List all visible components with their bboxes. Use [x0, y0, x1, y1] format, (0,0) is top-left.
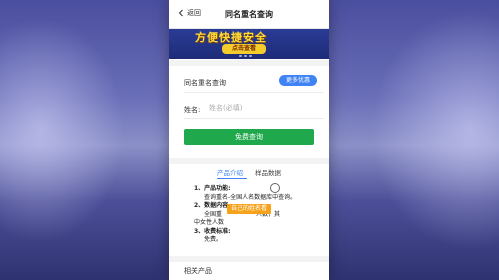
content-item-title: 3、收费标准: — [194, 227, 231, 235]
divider — [184, 92, 324, 93]
touch-indicator — [270, 183, 280, 193]
chevron-left-icon — [178, 9, 183, 17]
free-query-button[interactable]: 免费查询 — [184, 129, 314, 145]
name-input[interactable] — [209, 102, 309, 114]
back-label: 返回 — [187, 9, 201, 17]
section-gap — [169, 256, 329, 262]
pagination-dot — [249, 55, 252, 57]
pagination-dot — [239, 55, 242, 57]
content-item-text: 免费。 — [204, 236, 223, 243]
phone-screen: 返回 同名重名查询 方便快捷安全 点击查看 同名重名查询 更多优惠 姓名: 免费… — [169, 0, 329, 280]
name-tooltip: 自己的姓名看 — [227, 204, 271, 214]
more-offers-button[interactable]: 更多优惠 — [279, 75, 317, 86]
content-item-text: 中女性人数 — [194, 219, 225, 226]
divider — [184, 118, 324, 119]
banner-headline: 方便快捷安全 — [195, 31, 267, 44]
product-intro-content: 1、产品功能: 查询重名-全国人名数据库中查询。 2、数据内容 全国重 人数，其 … — [194, 185, 314, 245]
name-label: 姓名: — [184, 106, 201, 114]
content-item-title: 1、产品功能: — [194, 185, 231, 192]
page-title: 同名重名查询 — [225, 9, 273, 19]
top-navbar: 返回 同名重名查询 — [169, 0, 329, 29]
banner-pagination — [239, 55, 252, 57]
tab-bar: 产品介绍 样品数据 — [169, 166, 329, 180]
banner-cta-button[interactable]: 点击查看 — [222, 44, 266, 54]
content-text-fragment: 全国重 — [204, 210, 223, 218]
content-item-text: 查询重名-全国人名数据库中查询。 — [204, 193, 297, 201]
query-card-heading: 同名重名查询 — [184, 79, 226, 87]
back-button[interactable]: 返回 — [177, 8, 201, 18]
tab-active-underline — [217, 178, 247, 179]
section-gap — [169, 158, 329, 164]
tab-product-intro[interactable]: 产品介绍 — [217, 167, 243, 177]
tab-sample-data[interactable]: 样品数据 — [255, 167, 281, 177]
section-gap — [169, 60, 329, 66]
related-products-heading: 相关产品 — [184, 267, 212, 275]
promo-banner[interactable]: 方便快捷安全 点击查看 — [169, 29, 329, 59]
pagination-dot — [244, 55, 247, 57]
